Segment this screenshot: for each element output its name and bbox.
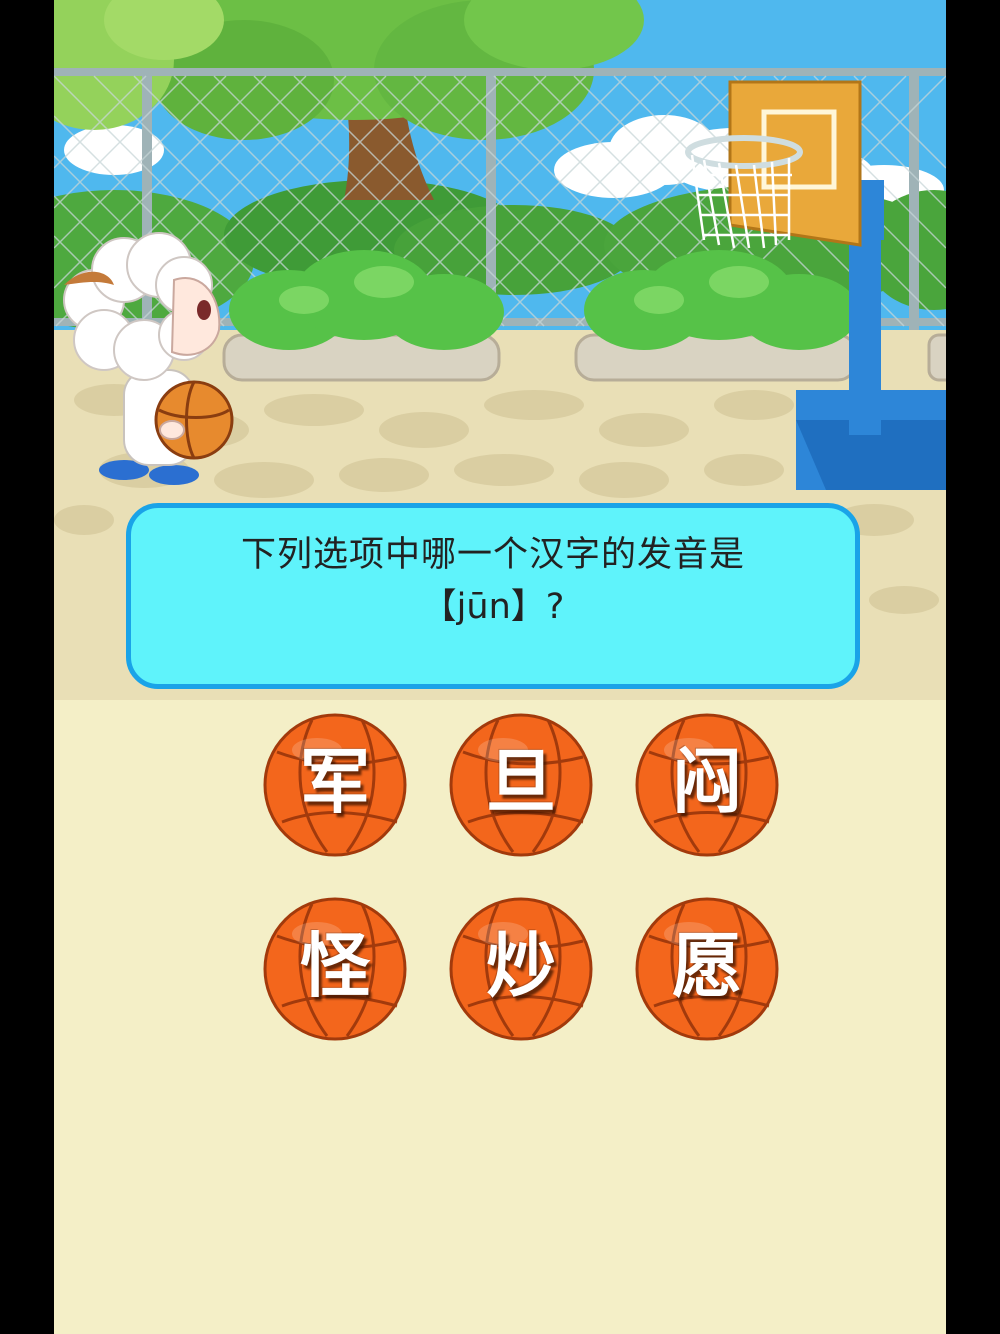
answer-label-5: 炒 (486, 925, 556, 1007)
question-panel: 下列选项中哪一个汉字的发音是 【jūn】? (126, 503, 860, 689)
answer-button-6[interactable]: 愿 (634, 896, 780, 1042)
answer-label-1: 军 (300, 741, 370, 823)
answer-button-4[interactable]: 怪 (262, 896, 408, 1042)
answer-button-5[interactable]: 炒 (448, 896, 594, 1042)
answer-label-4: 怪 (300, 925, 370, 1007)
answer-button-2[interactable]: 旦 (448, 712, 594, 858)
question-pinyin: 【jūn】? (421, 587, 565, 627)
question-text: 下列选项中哪一个汉字的发音是 (240, 535, 745, 575)
answer-label-3: 闷 (672, 741, 742, 823)
game-stage: 下列选项中哪一个汉字的发音是 【jūn】? 军 旦 闷 怪 炒 愿 (54, 0, 946, 1334)
answer-label-2: 旦 (486, 741, 556, 823)
answer-button-1[interactable]: 军 (262, 712, 408, 858)
answer-label-6: 愿 (672, 925, 742, 1007)
answer-button-3[interactable]: 闷 (634, 712, 780, 858)
